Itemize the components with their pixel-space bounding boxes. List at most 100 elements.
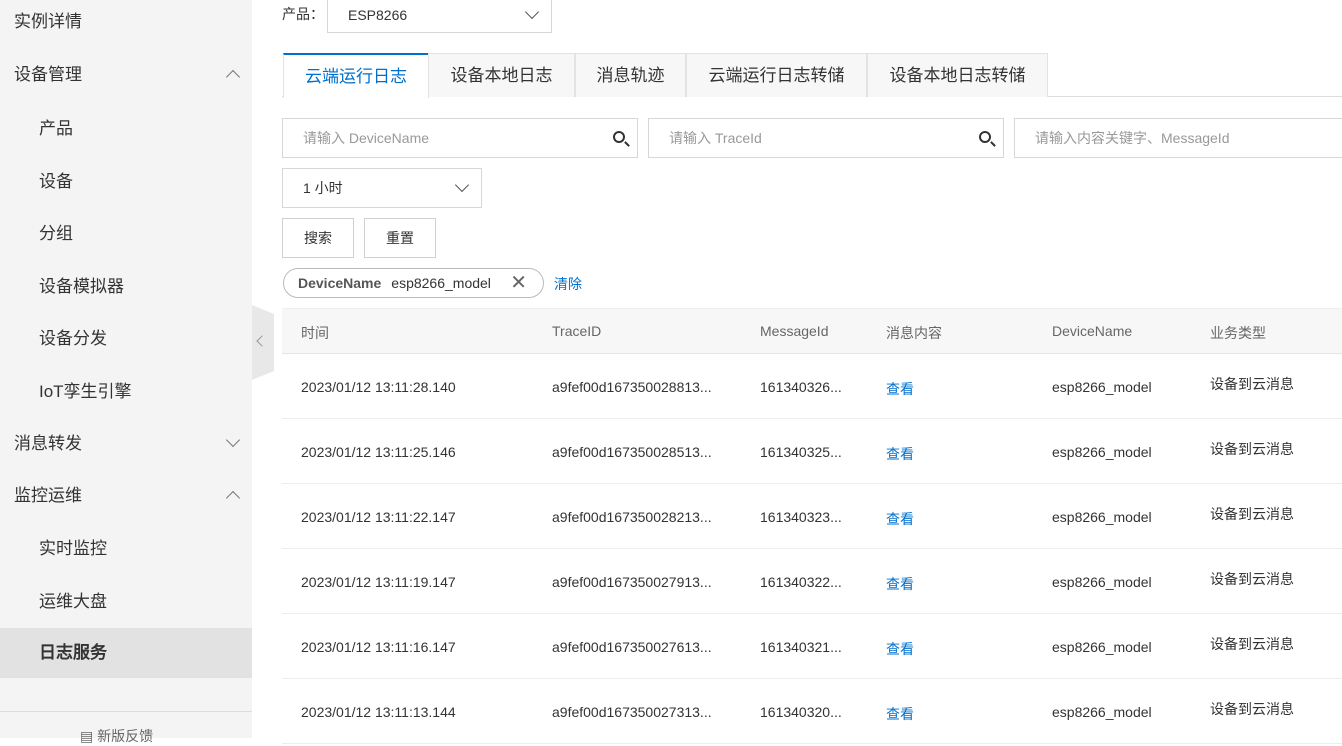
table-cell: esp8266_model [1052, 639, 1152, 655]
column-header: TraceID [552, 323, 602, 339]
table-row: 2023/01/12 13:11:16.147 a9fef00d167350027… [282, 614, 1342, 679]
sidebar-item[interactable]: 设备管理 [0, 50, 252, 100]
chevron-left-icon [256, 335, 268, 347]
sidebar-item-label: 产品 [39, 119, 73, 138]
column-header: DeviceName [1052, 323, 1133, 339]
chevron-down-icon [225, 432, 241, 448]
chevron-up-icon [225, 490, 241, 506]
table-cell: 161340322... [760, 574, 842, 590]
table-cell: 161340326... [760, 379, 842, 395]
sidebar-item[interactable]: 产品 [0, 104, 252, 154]
sidebar-item-label: 消息转发 [14, 434, 82, 453]
table-cell: 161340323... [760, 509, 842, 525]
sidebar-item[interactable]: 设备分发 [0, 314, 252, 364]
sidebar-item-label: 设备 [39, 172, 73, 191]
table-row: 2023/01/12 13:11:19.147 a9fef00d167350027… [282, 549, 1342, 614]
filter-tag: DeviceName esp8266_model ✕ [283, 268, 544, 298]
table-cell: 2023/01/12 13:11:16.147 [301, 639, 456, 655]
view-message-link[interactable]: 查看 [886, 379, 914, 399]
sidebar-item-label: 实例详情 [14, 12, 82, 31]
view-message-link[interactable]: 查看 [886, 509, 914, 529]
table-cell: a9fef00d167350027313... [552, 704, 712, 720]
table-cell: 2023/01/12 13:11:13.144 [301, 704, 456, 720]
time-range-select[interactable]: 1 小时 [282, 168, 482, 208]
tab[interactable]: 消息轨迹 [575, 53, 686, 97]
chevron-down-icon [454, 177, 470, 193]
table-cell: esp8266_model [1052, 379, 1152, 395]
column-header: MessageId [760, 323, 829, 339]
sidebar-item-label: 设备模拟器 [39, 277, 124, 296]
sidebar: ▤ 新版反馈 实例详情设备管理产品设备分组设备模拟器设备分发 IoT孪生引擎消息转… [0, 0, 252, 744]
tab[interactable]: 设备本地日志 [428, 53, 575, 97]
table-cell: 设备到云消息 [1210, 376, 1294, 392]
table-cell: 设备到云消息 [1210, 571, 1294, 587]
view-message-link[interactable]: 查看 [886, 444, 914, 464]
column-header: 消息内容 [886, 325, 942, 341]
table-cell: 161340320... [760, 704, 842, 720]
clear-filters-link[interactable]: 清除 [554, 274, 582, 294]
close-icon[interactable]: ✕ [510, 269, 527, 297]
view-message-link[interactable]: 查看 [886, 574, 914, 594]
keyword-search-input[interactable]: 请输入内容关键字、MessageId [1014, 118, 1342, 158]
tag-key: DeviceName [298, 275, 382, 291]
feedback-label: 新版反馈 [97, 728, 154, 744]
table-cell: esp8266_model [1052, 444, 1152, 460]
table-cell: 2023/01/12 13:11:19.147 [301, 574, 456, 590]
sidebar-item[interactable]: 设备 [0, 157, 252, 207]
time-range-value: 1 小时 [303, 180, 343, 196]
reset-button[interactable]: 重置 [364, 218, 436, 258]
table-cell: 161340321... [760, 639, 842, 655]
sidebar-item[interactable]: 监控运维 [0, 471, 252, 521]
table-cell: esp8266_model [1052, 704, 1152, 720]
devicename-search-input[interactable]: 请输入 DeviceName [282, 118, 638, 158]
column-header: 时间 [301, 325, 329, 341]
view-message-link[interactable]: 查看 [886, 639, 914, 659]
placeholder: 请输入内容关键字、MessageId [1035, 130, 1230, 146]
table-row: 2023/01/12 13:11:25.146 a9fef00d167350028… [282, 419, 1342, 484]
product-label: 产品： [282, 6, 324, 22]
placeholder: 请输入 TraceId [669, 130, 762, 146]
sidebar-item-label: 分组 [39, 224, 73, 243]
search-icon[interactable] [613, 131, 625, 143]
chevron-down-icon [524, 4, 540, 20]
sidebar-item[interactable]: 实时监控 [0, 524, 252, 574]
placeholder: 请输入 DeviceName [303, 130, 430, 146]
log-tabs: 云端运行日志 设备本地日志 消息轨迹 云端运行日志转储 设备本地日志转储 [282, 53, 1342, 98]
sidebar-item-label: 设备管理 [14, 65, 82, 84]
product-select[interactable]: ESP8266 [327, 0, 552, 33]
sidebar-item[interactable]: 消息转发 [0, 419, 252, 469]
collapse-sidebar-handle[interactable] [252, 305, 274, 380]
tab[interactable]: 云端运行日志转储 [686, 53, 867, 97]
table-cell: a9fef00d167350028213... [552, 509, 712, 525]
table-row: 2023/01/12 13:11:28.140 a9fef00d167350028… [282, 354, 1342, 419]
feedback-link[interactable]: ▤ 新版反馈 [80, 726, 153, 746]
view-message-link[interactable]: 查看 [886, 704, 914, 724]
sidebar-item[interactable]: 运维大盘 [0, 577, 252, 627]
product-select-value: ESP8266 [348, 7, 408, 23]
search-button[interactable]: 搜索 [282, 218, 354, 258]
table-cell: a9fef00d167350028813... [552, 379, 712, 395]
sidebar-item[interactable]: IoT孪生引擎 [0, 367, 252, 417]
table-cell: a9fef00d167350028513... [552, 444, 712, 460]
table-cell: 2023/01/12 13:11:28.140 [301, 379, 456, 395]
sidebar-item-label: 实时监控 [39, 539, 107, 558]
sidebar-item[interactable]: 分组 [0, 209, 252, 259]
sidebar-item-label: 监控运维 [14, 486, 82, 505]
table-cell: 设备到云消息 [1210, 441, 1294, 457]
sidebar-item[interactable]: 实例详情 [0, 0, 252, 47]
table-row: 2023/01/12 13:11:13.144 a9fef00d167350027… [282, 679, 1342, 744]
search-icon[interactable] [979, 131, 991, 143]
column-header: 业务类型 [1210, 325, 1266, 341]
tab[interactable]: 云端运行日志 [283, 53, 429, 98]
tag-value: esp8266_model [391, 275, 491, 291]
sidebar-item[interactable]: 设备模拟器 [0, 262, 252, 312]
table-row: 2023/01/12 13:11:22.147 a9fef00d167350028… [282, 484, 1342, 549]
table-cell: a9fef00d167350027613... [552, 639, 712, 655]
sidebar-item[interactable]: 日志服务 [0, 628, 252, 678]
table-cell: 2023/01/12 13:11:22.147 [301, 509, 456, 525]
traceid-search-input[interactable]: 请输入 TraceId [648, 118, 1004, 158]
sidebar-divider [0, 711, 252, 712]
table-cell: a9fef00d167350027913... [552, 574, 712, 590]
sidebar-item-label: 日志服务 [39, 643, 107, 662]
tab[interactable]: 设备本地日志转储 [867, 53, 1048, 97]
